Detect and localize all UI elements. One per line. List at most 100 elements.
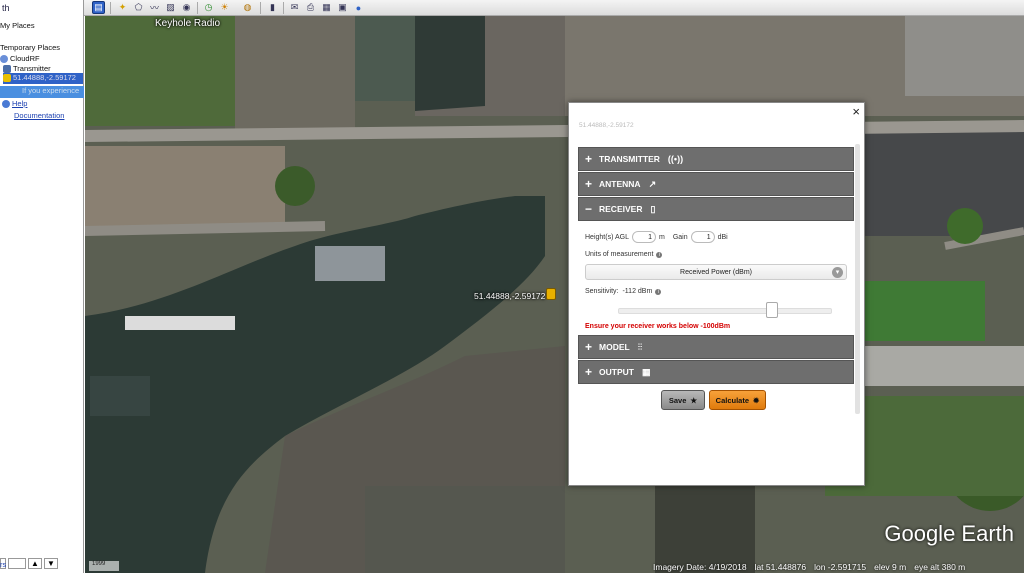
transmitter-icon xyxy=(3,65,11,74)
placemark-pin-icon[interactable] xyxy=(546,288,556,300)
dialog-scrollbar[interactable] xyxy=(854,136,861,481)
grid-icon: ▦ xyxy=(641,366,651,377)
gain-label: Gain xyxy=(672,233,688,241)
move-up-button[interactable]: ▲ xyxy=(28,557,42,569)
cloudrf-balloon-dialog: × 51.44888,-2.59172 + TRANSMITTER ((•)) … xyxy=(568,102,865,486)
google-earth-logo: Google Earth xyxy=(884,521,1014,546)
documentation-link[interactable]: Documentation xyxy=(14,111,64,121)
toolbar: th ▤ ✦ ⬠ 〰 ▨ ◉ ◷ ☀ ◍ ▮ ✉ ⎙ ▦ ▣ ● xyxy=(0,0,1024,16)
record-tour-icon[interactable]: ◉ xyxy=(180,1,193,14)
receiver-section-body: Height(s) AGL m Gain dBi Units of measur… xyxy=(578,222,854,334)
close-icon[interactable]: × xyxy=(852,104,860,119)
globe-icon xyxy=(0,55,8,64)
units-label-row: Units of measurement i xyxy=(585,251,663,258)
transmitter-section-header[interactable]: + TRANSMITTER ((•)) xyxy=(578,147,854,171)
units-label: Units of measurement xyxy=(585,251,654,258)
units-select[interactable]: Received Power (dBm) ▾ xyxy=(585,264,847,280)
ruler-icon[interactable]: ▮ xyxy=(266,1,279,14)
expand-icon: + xyxy=(585,177,593,191)
latitude-readout: lat 51.448876 xyxy=(754,561,807,572)
calculate-button[interactable]: Calculate ✹ xyxy=(709,390,766,410)
model-section-header[interactable]: + MODEL ⫶⫶ xyxy=(578,335,854,359)
help-link[interactable]: Help xyxy=(12,99,27,108)
expand-icon: + xyxy=(585,365,593,379)
selected-placemark-item[interactable]: 51.44888,-2.59172 xyxy=(3,73,83,84)
my-places-item[interactable]: My Places xyxy=(0,21,35,31)
gain-unit: dBi xyxy=(717,233,728,241)
sidebar-footer: ▲ ▼ xyxy=(0,556,84,570)
output-section-header[interactable]: + OUTPUT ▦ xyxy=(578,360,854,384)
search-field[interactable] xyxy=(8,557,26,569)
sun-icon[interactable]: ☀ xyxy=(218,1,231,14)
expand-icon: + xyxy=(585,152,593,166)
calculate-button-label: Calculate xyxy=(715,395,750,405)
status-bar: Imagery Date: 4/19/2018 lat 51.448876 lo… xyxy=(645,560,1024,573)
phone-icon: ▯ xyxy=(650,203,656,214)
broadcast-icon: ((•)) xyxy=(667,154,684,164)
planets-icon[interactable]: ◍ xyxy=(241,1,254,14)
receiver-section-header[interactable]: − RECEIVER ▯ xyxy=(578,197,854,221)
hint-text: If you experience xyxy=(0,86,84,98)
sliders-icon: ⫶⫶ xyxy=(637,341,643,352)
model-section-label: MODEL xyxy=(599,342,630,352)
save-button-label: Save xyxy=(668,395,687,405)
antenna-arrow-icon: ↗ xyxy=(648,178,657,189)
height-input[interactable] xyxy=(631,231,656,243)
cloudrf-item[interactable]: CloudRF xyxy=(0,54,40,64)
corner-year-label: 1999 xyxy=(89,561,119,571)
sensitivity-row: Sensitivity: -112 dBm i xyxy=(585,288,662,295)
search-panel-header[interactable]: th xyxy=(0,0,84,16)
transmitter-section-label: TRANSMITTER xyxy=(599,154,660,164)
sensitivity-slider-handle[interactable] xyxy=(766,302,779,318)
output-section-label: OUTPUT xyxy=(599,367,634,377)
imagery-date: Imagery Date: 4/19/2018 xyxy=(653,561,747,572)
collapse-icon: − xyxy=(585,202,593,216)
help-item[interactable]: Help xyxy=(2,99,27,109)
help-icon xyxy=(2,100,10,109)
image-overlay-icon[interactable]: ▨ xyxy=(164,1,177,14)
eye-altitude-readout: eye alt 380 m xyxy=(914,561,966,572)
earth-gallery-icon[interactable]: ▣ xyxy=(336,1,349,14)
gain-input[interactable] xyxy=(690,231,715,243)
move-down-button[interactable]: ▼ xyxy=(44,557,58,569)
height-label: Height(s) AGL xyxy=(585,233,629,241)
info-icon[interactable]: i xyxy=(656,251,663,258)
receiver-warning: Ensure your receiver works below -100dBm xyxy=(585,323,731,330)
chevron-down-icon: ▾ xyxy=(832,267,843,278)
height-unit: m xyxy=(658,233,665,241)
sign-in-icon[interactable]: ● xyxy=(352,1,365,14)
view-in-maps-icon[interactable]: ▦ xyxy=(320,1,333,14)
placemark-icon xyxy=(3,74,11,83)
receiver-section-label: RECEIVER xyxy=(599,204,643,214)
height-gain-row: Height(s) AGL m Gain dBi xyxy=(585,231,728,243)
scrollbar-thumb[interactable] xyxy=(855,144,860,414)
star-icon: ★ xyxy=(690,395,698,405)
transmitter-label: Transmitter xyxy=(13,64,51,73)
save-button[interactable]: Save ★ xyxy=(661,390,705,410)
path-icon[interactable]: 〰 xyxy=(148,1,161,14)
selected-placemark-label: 51.44888,-2.59172 xyxy=(13,73,76,82)
expand-icon: + xyxy=(585,340,593,354)
earth-map-view[interactable]: Keyhole Radio 51.44888,-2.59172 1999 Goo… xyxy=(85,16,1024,573)
temporary-places-item[interactable]: Temporary Places xyxy=(0,43,60,53)
email-icon[interactable]: ✉ xyxy=(288,1,301,14)
print-icon[interactable]: ⎙ xyxy=(304,1,317,14)
placemark-icon[interactable]: ✦ xyxy=(116,1,129,14)
gear-icon: ✹ xyxy=(753,395,760,405)
layers-label[interactable]: rs xyxy=(0,560,6,570)
longitude-readout: lon -2.591715 xyxy=(814,561,867,572)
dialog-coordinates: 51.44888,-2.59172 xyxy=(579,122,634,129)
info-icon[interactable]: i xyxy=(655,288,662,295)
sensitivity-slider-track[interactable] xyxy=(618,308,832,314)
antenna-section-header[interactable]: + ANTENNA ↗ xyxy=(578,172,854,196)
placemark-label[interactable]: 51.44888,-2.59172 xyxy=(474,291,545,301)
places-sidebar: My Places Temporary Places CloudRF Trans… xyxy=(0,16,84,573)
radio-layer-label: Keyhole Radio xyxy=(155,18,221,29)
polygon-icon[interactable]: ⬠ xyxy=(132,1,145,14)
antenna-section-label: ANTENNA xyxy=(599,179,641,189)
sensitivity-label: Sensitivity: xyxy=(585,288,619,295)
elevation-readout: elev 9 m xyxy=(874,561,907,572)
sensitivity-value: -112 dBm xyxy=(622,288,653,295)
historical-imagery-icon[interactable]: ◷ xyxy=(202,1,215,14)
sidebar-toggle-icon[interactable]: ▤ xyxy=(92,1,105,14)
